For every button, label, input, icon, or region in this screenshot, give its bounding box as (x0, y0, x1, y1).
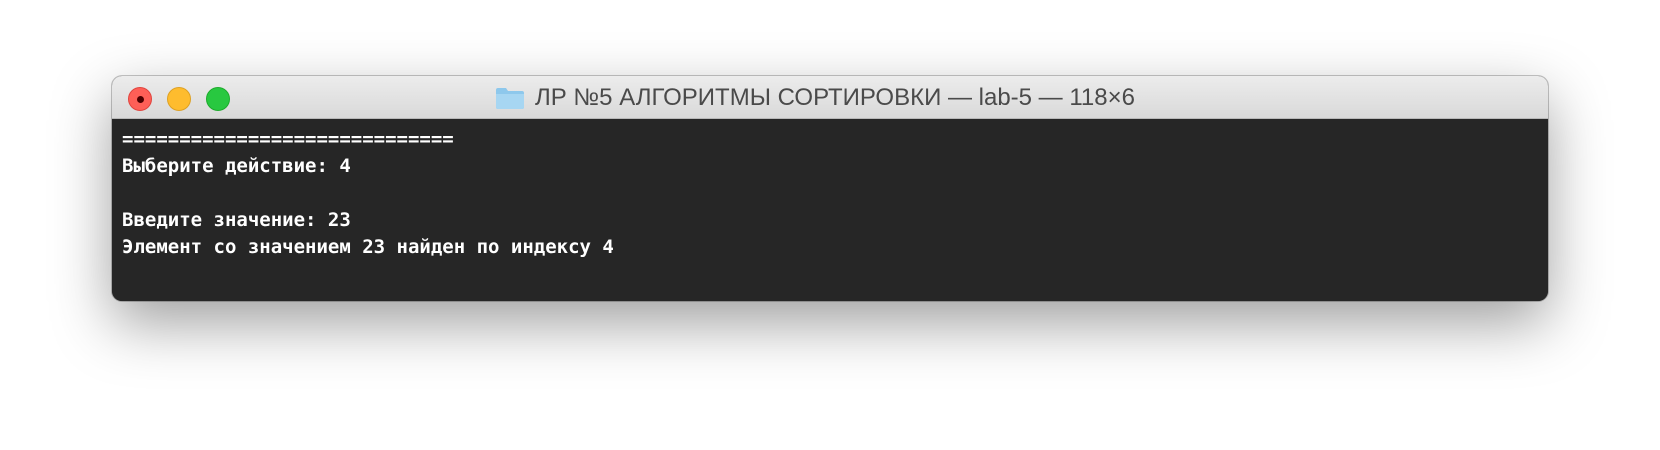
title-bar[interactable]: ЛР №5 АЛГОРИТМЫ СОРТИРОВКИ — lab-5 — 118… (112, 76, 1548, 119)
terminal-line: Выберите действие: 4 (122, 155, 351, 177)
terminal-line: ============================= (122, 128, 454, 150)
folder-icon (496, 87, 524, 109)
terminal-output[interactable]: ============================= Выберите д… (112, 119, 1548, 301)
terminal-window: ЛР №5 АЛГОРИТМЫ СОРТИРОВКИ — lab-5 — 118… (112, 76, 1548, 301)
window-title-container: ЛР №5 АЛГОРИТМЫ СОРТИРОВКИ — lab-5 — 118… (112, 76, 1548, 119)
window-title: ЛР №5 АЛГОРИТМЫ СОРТИРОВКИ — lab-5 — 118… (535, 83, 1135, 111)
terminal-line: Введите значение: 23 (122, 209, 351, 231)
terminal-line: Элемент со значением 23 найден по индекс… (122, 236, 614, 258)
